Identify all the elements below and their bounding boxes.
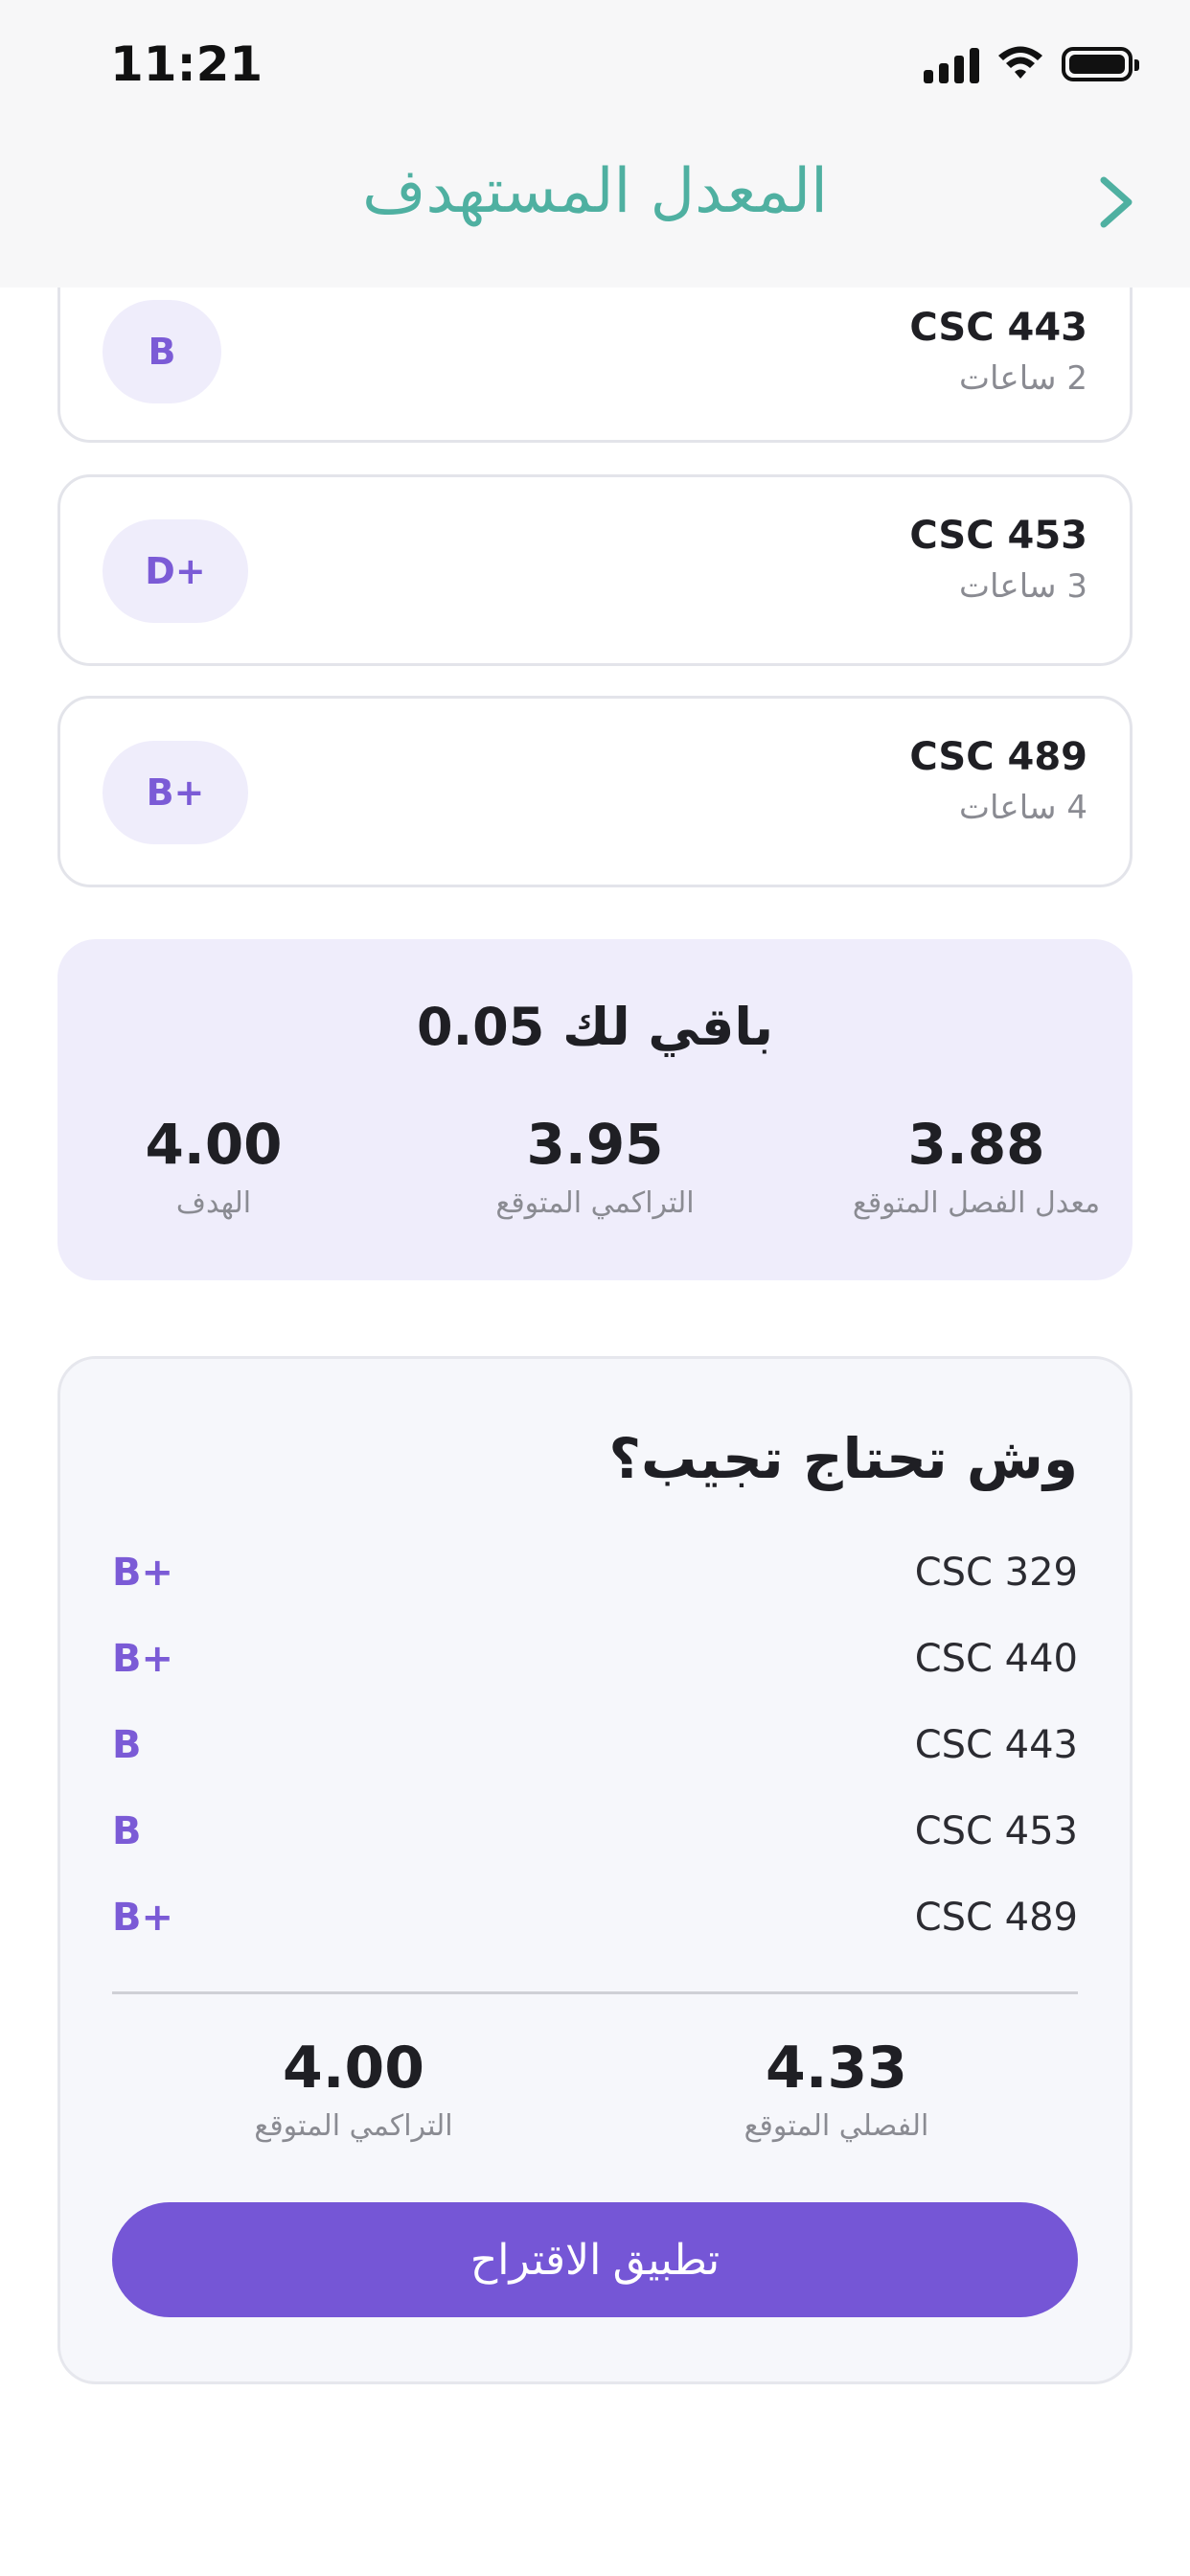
stat-label: التراكمي المتوقع xyxy=(254,2109,453,2143)
remaining-summary: باقي لك 0.05 3.88 معدل الفصل المتوقع 3.9… xyxy=(57,939,1133,1280)
suggestion-course-code: CSC 453 xyxy=(914,1809,1078,1853)
course-code: CSC 453 xyxy=(909,514,1087,558)
stat-cumulative-expected: 3.95 التراكمي المتوقع xyxy=(432,1112,758,1220)
grade-selector[interactable]: B+ xyxy=(103,741,248,844)
cellular-signal-icon xyxy=(924,45,979,83)
stat-label: الفصلي المتوقع xyxy=(744,2109,929,2143)
apply-suggestion-button[interactable]: تطبيق الاقتراح xyxy=(112,2202,1078,2317)
suggestion-grade: B+ xyxy=(112,1551,174,1595)
stat-value: 4.00 xyxy=(145,1112,283,1177)
course-card[interactable]: CSC 453 3 ساعات D+ xyxy=(57,474,1133,666)
status-time: 11:21 xyxy=(110,36,263,92)
stat-value: 3.88 xyxy=(907,1112,1045,1177)
course-code: CSC 489 xyxy=(909,735,1087,779)
suggestion-row: CSC 443 B xyxy=(112,1714,1078,1781)
suggested-semester-gpa: 4.33 الفصلي المتوقع xyxy=(595,2035,1078,2143)
suggestion-row: CSC 329 B+ xyxy=(112,1541,1078,1608)
suggestion-grade: B+ xyxy=(112,1637,174,1681)
battery-icon xyxy=(1062,47,1139,81)
stat-label: التراكمي المتوقع xyxy=(495,1186,695,1220)
suggestion-course-code: CSC 489 xyxy=(914,1896,1078,1940)
suggestion-course-code: CSC 443 xyxy=(914,1723,1078,1767)
remaining-title: باقي لك 0.05 xyxy=(417,997,773,1057)
wifi-icon xyxy=(998,46,1042,79)
divider xyxy=(112,1991,1078,1994)
suggestion-grade: B+ xyxy=(112,1896,174,1940)
suggestion-card: وش تحتاج تجيب؟ CSC 329 B+ CSC 440 B+ CSC… xyxy=(57,1356,1133,2384)
stat-value: 4.00 xyxy=(282,2035,425,2102)
course-hours: 3 ساعات xyxy=(959,567,1087,606)
suggestion-grade: B xyxy=(112,1723,142,1767)
suggestion-row: CSC 489 B+ xyxy=(112,1886,1078,1953)
course-code: CSC 443 xyxy=(909,306,1087,350)
suggestion-grade: B xyxy=(112,1809,142,1853)
stat-value: 4.33 xyxy=(765,2035,908,2102)
suggested-cumulative-gpa: 4.00 التراكمي المتوقع xyxy=(112,2035,595,2143)
suggestion-row: CSC 440 B+ xyxy=(112,1627,1078,1694)
nav-header: 11:21 المعدل المستهدف xyxy=(0,0,1190,288)
stat-target: 4.00 الهدف xyxy=(51,1112,377,1220)
chevron-right-icon[interactable] xyxy=(1087,169,1144,236)
suggestion-row: CSC 453 B xyxy=(112,1800,1078,1867)
stat-semester-expected: 3.88 معدل الفصل المتوقع xyxy=(813,1112,1139,1220)
suggestion-course-code: CSC 329 xyxy=(914,1551,1078,1595)
page-title: المعدل المستهدف xyxy=(362,156,828,227)
status-icons xyxy=(924,42,1139,86)
grade-selector[interactable]: B xyxy=(103,300,221,403)
course-card[interactable]: CSC 489 4 ساعات B+ xyxy=(57,696,1133,887)
course-hours: 4 ساعات xyxy=(959,789,1087,827)
stat-label: الهدف xyxy=(175,1186,252,1220)
suggestion-title: وش تحتاج تجيب؟ xyxy=(608,1426,1078,1491)
stat-value: 3.95 xyxy=(526,1112,664,1177)
stat-label: معدل الفصل المتوقع xyxy=(852,1186,1101,1220)
grade-selector[interactable]: D+ xyxy=(103,519,248,623)
course-hours: 2 ساعات xyxy=(959,359,1087,398)
suggestion-course-code: CSC 440 xyxy=(914,1637,1078,1681)
